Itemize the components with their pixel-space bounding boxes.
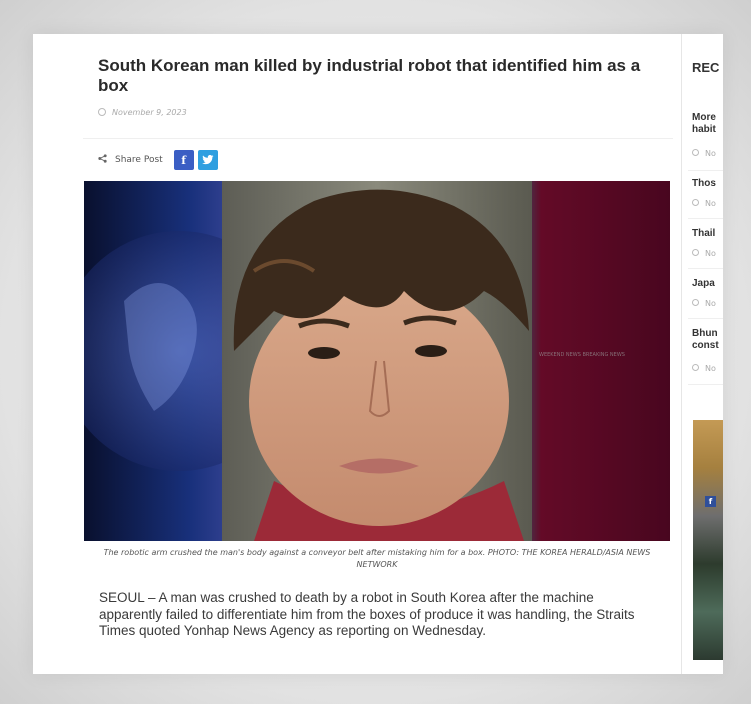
article-title[interactable]: South Korean man killed by industrial ro… xyxy=(98,56,658,96)
facebook-share-button[interactable]: f xyxy=(173,150,194,170)
sidebar-divider-line xyxy=(688,318,723,319)
sidebar-item-date: No xyxy=(692,199,716,208)
clock-icon xyxy=(692,299,699,306)
sidebar-item-title: const xyxy=(692,340,719,351)
sidebar-item-title: More xyxy=(692,112,716,123)
article-date-text: November 9, 2023 xyxy=(112,108,187,117)
twitter-icon xyxy=(201,155,214,165)
divider xyxy=(83,138,673,139)
article-photo: WEEKEND NEWS BREAKING NEWS xyxy=(84,181,670,541)
sidebar-item-date: No xyxy=(692,249,716,258)
article-body: SEOUL – A man was crushed to death by a … xyxy=(99,590,635,638)
sidebar-item[interactable]: Japa xyxy=(692,278,723,290)
facebook-icon: f xyxy=(705,496,716,507)
clock-icon xyxy=(98,108,106,116)
sidebar-item-title: Japa xyxy=(692,278,715,289)
sidebar-item-title: habit xyxy=(692,124,716,135)
sidebar-ad-image[interactable] xyxy=(693,420,723,660)
sidebar-item-date: No xyxy=(692,364,716,373)
sidebar-item-date: No xyxy=(692,299,716,308)
clock-icon xyxy=(692,199,699,206)
sidebar-divider-line xyxy=(688,268,723,269)
facebook-icon: f xyxy=(181,153,187,167)
photo-watermark: WEEKEND NEWS BREAKING NEWS xyxy=(539,352,625,358)
clock-icon xyxy=(692,249,699,256)
sidebar-item[interactable]: More habit xyxy=(692,112,723,136)
photo-caption: The robotic arm crushed the man's body a… xyxy=(103,548,651,569)
share-icon xyxy=(98,154,107,166)
sidebar-divider-line xyxy=(688,218,723,219)
sidebar-item-title: Thos xyxy=(692,178,716,189)
article-main: South Korean man killed by industrial ro… xyxy=(33,34,675,674)
share-bar: Share Post f xyxy=(98,148,218,172)
sidebar-item[interactable]: Thos xyxy=(692,178,723,190)
sidebar-item-title: Thail xyxy=(692,228,716,239)
sidebar-heading: REC xyxy=(692,60,720,75)
article-page: South Korean man killed by industrial ro… xyxy=(33,34,723,674)
sidebar-divider-line xyxy=(688,170,723,171)
sidebar-divider-line xyxy=(688,384,723,385)
sidebar-item[interactable]: Bhun const xyxy=(692,328,723,352)
sidebar-item[interactable]: Thail xyxy=(692,228,723,240)
twitter-share-button[interactable] xyxy=(197,150,218,170)
sidebar-item-title: Bhun xyxy=(692,328,718,339)
article-photo-illustration: WEEKEND NEWS BREAKING NEWS xyxy=(84,181,670,541)
share-label: Share Post xyxy=(115,155,163,165)
clock-icon xyxy=(692,364,699,371)
sidebar-item-date: No xyxy=(692,149,716,158)
sidebar-divider xyxy=(681,34,682,674)
article-date: November 9, 2023 xyxy=(98,108,187,117)
clock-icon xyxy=(692,149,699,156)
